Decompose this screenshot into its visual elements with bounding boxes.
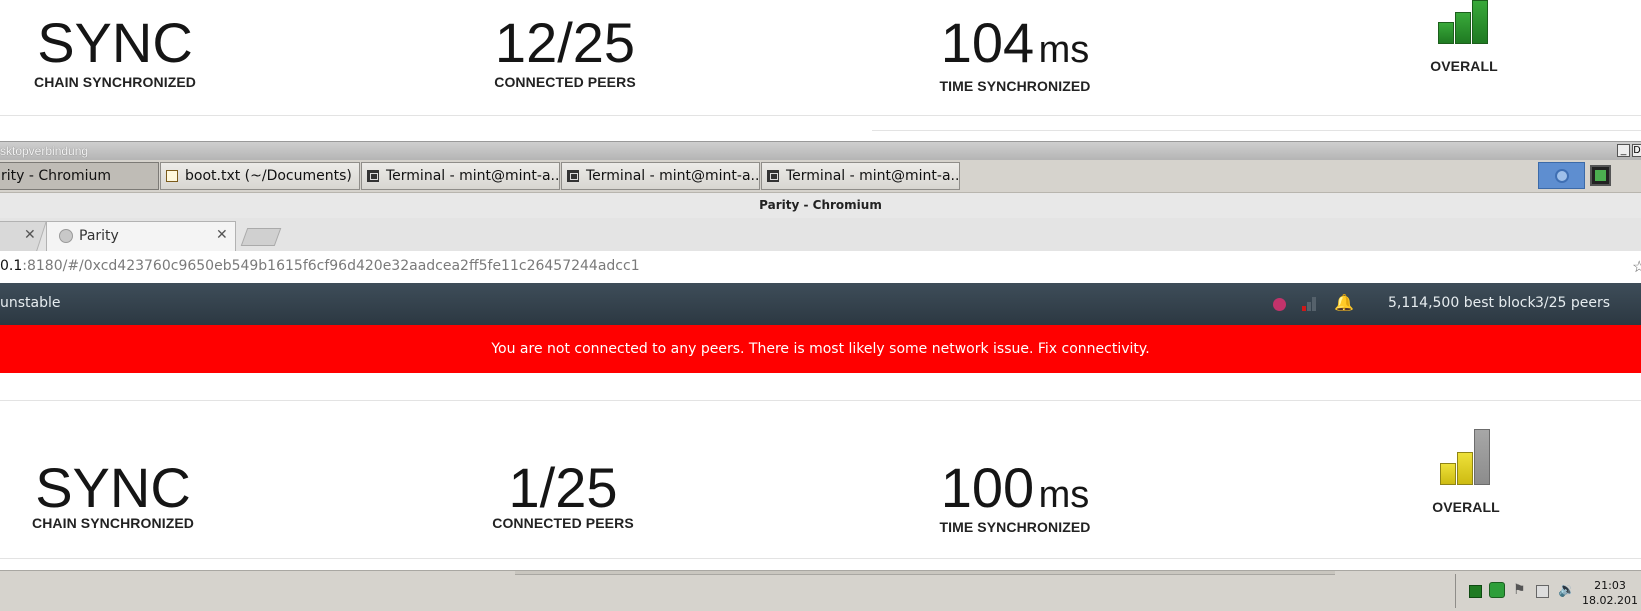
bell-icon[interactable]: 🔔 — [1334, 293, 1354, 312]
new-tab-button[interactable] — [240, 228, 282, 246]
time-sync-label: TIME SYNCHRONIZED — [939, 519, 1091, 535]
sync-status-label: CHAIN SYNCHRONIZED — [33, 74, 197, 90]
sync-status-label: CHAIN SYNCHRONIZED — [31, 515, 195, 531]
time-sync-number: 100 — [940, 456, 1035, 519]
taskbar-item-terminal-3[interactable]: Terminal - mint@mint-a... — [761, 162, 960, 190]
address-bar[interactable]: 0.1:8180/#/0xcd423760c9650eb549b1615f6cf… — [0, 251, 1641, 284]
bottom-status-panel: SYNC CHAIN SYNCHRONIZED 1/25 CONNECTED P… — [0, 373, 1641, 570]
signal-bar-3 — [1472, 0, 1488, 44]
release-channel: unstable — [0, 295, 61, 311]
connected-peers-label: CONNECTED PEERS — [494, 74, 636, 90]
overall-label: OVERALL — [1432, 499, 1500, 515]
url-input[interactable]: 0.1:8180/#/0xcd423760c9650eb549b1615f6cf… — [0, 258, 640, 274]
taskbar-item-label: Terminal - mint@mint-a... — [586, 168, 760, 184]
status-dot-icon[interactable] — [1273, 298, 1286, 311]
url-host: 0.1 — [0, 258, 23, 274]
connected-peers-value: 1/25 — [508, 456, 618, 519]
devices-icon[interactable] — [1536, 585, 1549, 598]
divider — [0, 115, 1641, 116]
signal-bar-small — [1302, 306, 1306, 311]
parity-status-bar: unstable 🔔 5,114,500 best block 3/25 pee… — [0, 283, 1641, 325]
overall-label: OVERALL — [1430, 58, 1498, 74]
overall-signal-icon — [1440, 429, 1494, 485]
time-sync-number: 104 — [940, 11, 1035, 74]
remote-desktop-titlebar[interactable]: sktopverbindung _ D — [0, 141, 1641, 161]
flag-icon[interactable]: ⚑ — [1513, 581, 1526, 597]
overall-signal-icon — [1438, 0, 1492, 44]
signal-bar-1 — [1440, 463, 1456, 485]
taskbar-item-chromium[interactable]: rity - Chromium — [0, 162, 159, 190]
taskbar-item-terminal-1[interactable]: Terminal - mint@mint-a... — [361, 162, 560, 190]
tab-label: Parity — [79, 228, 119, 244]
peer-count: 3/25 peers — [1535, 295, 1611, 311]
best-block: 5,114,500 best block — [1388, 295, 1536, 311]
divider — [0, 558, 1641, 559]
taskbar-item-boot-txt[interactable]: boot.txt (~/Documents) — [160, 162, 360, 190]
bookmark-star-icon[interactable]: ☆ — [1632, 257, 1641, 277]
browser-tabstrip: ✕ Parity ✕ — [0, 218, 1641, 252]
close-icon[interactable]: ✕ — [24, 226, 36, 243]
volume-icon[interactable]: 🔉 — [1558, 581, 1575, 597]
browser-tab-parity[interactable]: Parity — [46, 221, 236, 251]
terminal-icon — [367, 170, 379, 182]
time-sync-value: 100 ms — [900, 455, 1130, 520]
terminal-icon — [767, 170, 779, 182]
terminal-icon — [567, 170, 579, 182]
clock-date: 18.02.201 — [1582, 594, 1638, 607]
time-sync-unit: ms — [1038, 474, 1090, 516]
signal-icon[interactable] — [1302, 296, 1316, 311]
system-tray: ⚑ 🔉 21:03 18.02.201 — [1455, 574, 1641, 608]
chromium-launcher-icon[interactable] — [1538, 162, 1585, 189]
signal-bar-3 — [1474, 429, 1490, 485]
signal-bar-small — [1307, 302, 1311, 311]
remote-desktop-title: sktopverbindung — [0, 144, 89, 158]
close-icon[interactable]: ✕ — [216, 226, 228, 243]
taskbar-item-label: boot.txt (~/Documents) — [185, 168, 352, 184]
minimize-button[interactable]: _ — [1617, 144, 1630, 157]
text-editor-icon — [166, 170, 178, 182]
system-monitor-icon[interactable] — [1590, 165, 1611, 186]
taskbar-item-label: Terminal - mint@mint-a... — [386, 168, 560, 184]
clock-time: 21:03 — [1594, 579, 1626, 592]
clock[interactable]: 21:03 18.02.201 — [1582, 578, 1638, 608]
connected-peers-value: 12/25 — [494, 11, 636, 74]
signal-bar-small — [1312, 297, 1316, 311]
browser-window-title: Parity - Chromium — [0, 193, 1641, 218]
bottom-taskbar: ⚑ 🔉 21:03 18.02.201 — [0, 570, 1641, 611]
signal-bar-2 — [1455, 12, 1471, 44]
parity-favicon-icon — [59, 229, 73, 243]
chromium-icon — [1555, 169, 1569, 183]
stop-icon[interactable] — [1469, 585, 1482, 598]
taskbar: rity - Chromium boot.txt (~/Documents) T… — [0, 160, 1641, 193]
divider — [0, 400, 1641, 401]
signal-bar-1 — [1438, 22, 1454, 44]
sync-status-value: SYNC — [37, 11, 193, 74]
network-icon[interactable] — [1489, 582, 1505, 598]
sync-status-value: SYNC — [35, 456, 191, 519]
divider — [872, 130, 1641, 131]
connected-peers-label: CONNECTED PEERS — [492, 515, 634, 531]
top-status-panel: SYNC CHAIN SYNCHRONIZED 12/25 CONNECTED … — [0, 0, 1641, 131]
taskbar-strip — [515, 571, 1335, 575]
taskbar-item-terminal-2[interactable]: Terminal - mint@mint-a... — [561, 162, 760, 190]
taskbar-item-label: Terminal - mint@mint-a... — [786, 168, 960, 184]
url-path: :8180/#/0xcd423760c9650eb549b1615f6cf96d… — [22, 258, 640, 274]
monitor-graph-icon — [1595, 170, 1606, 181]
time-sync-unit: ms — [1038, 29, 1090, 71]
taskbar-item-label: rity - Chromium — [1, 168, 112, 184]
signal-bar-2 — [1457, 452, 1473, 485]
time-sync-value: 104 ms — [900, 10, 1130, 75]
maximize-button[interactable]: D — [1632, 144, 1641, 157]
time-sync-label: TIME SYNCHRONIZED — [939, 78, 1091, 94]
connectivity-alert: You are not connected to any peers. Ther… — [0, 325, 1641, 373]
